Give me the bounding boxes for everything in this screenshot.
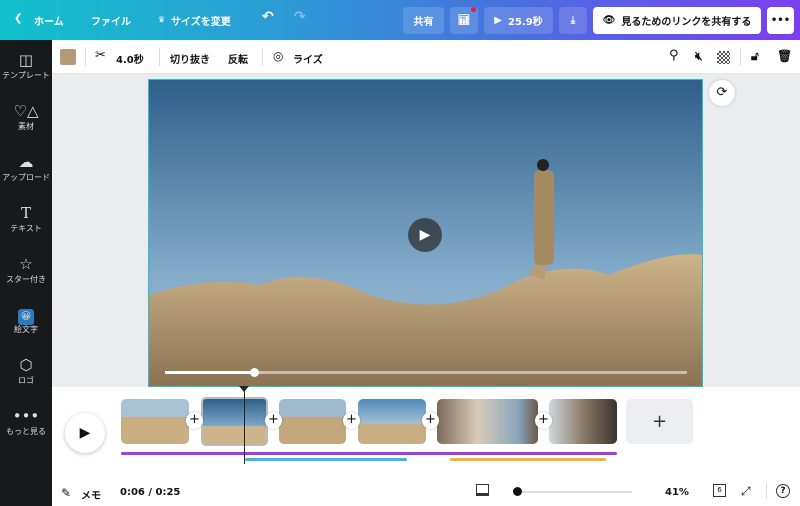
divider xyxy=(159,48,160,66)
share-link-label: 見るためのリンクを共有する xyxy=(621,17,752,28)
insights-button[interactable]: 📊︎ xyxy=(450,7,478,34)
video-play-button[interactable]: ▶ xyxy=(408,218,442,252)
unlock-icon[interactable]: 🔓︎ xyxy=(751,49,759,64)
insert-transition-button[interactable]: + xyxy=(343,412,360,429)
chart-icon: 📊︎ xyxy=(457,15,471,26)
share-label: 共有 xyxy=(413,17,434,28)
sidebar-label: ロゴ xyxy=(18,376,34,385)
sidebar-label: アップロード xyxy=(2,173,50,182)
top-bar: ❮ ホーム ファイル ♛ サイズを変更 ↶ ↷ 共有 📊︎ ▶ 25.9秒 ⤓ 👁… xyxy=(0,0,800,40)
timeline-clip-1[interactable] xyxy=(121,399,189,444)
timeline-play-button[interactable]: ▶ xyxy=(65,413,105,453)
home-button[interactable]: ホーム xyxy=(34,13,64,28)
download-icon: ⤓ xyxy=(570,15,576,26)
playhead-handle[interactable] xyxy=(239,386,249,392)
mute-icon[interactable]: 🔇︎ xyxy=(695,49,703,64)
share-link-button[interactable]: 👁︎ 見るためのリンクを共有する xyxy=(593,7,761,34)
notes-button[interactable]: メモ xyxy=(81,487,101,502)
sidebar-label: スター付き xyxy=(6,275,46,284)
zoom-percentage[interactable]: 41% xyxy=(665,487,689,498)
file-menu[interactable]: ファイル xyxy=(91,13,131,28)
eye-icon: 👁︎ xyxy=(602,15,616,26)
timeline-clip-3[interactable] xyxy=(279,399,346,444)
insert-transition-button[interactable]: + xyxy=(535,412,552,429)
audio-track-purple[interactable] xyxy=(121,452,617,455)
crop-button[interactable]: 切り抜き xyxy=(170,51,210,66)
divider xyxy=(766,483,767,499)
refresh-icon[interactable]: ⟳ xyxy=(709,80,735,106)
pages-icon[interactable]: 6 xyxy=(713,484,726,497)
animation-button[interactable]: ライズ xyxy=(293,51,323,66)
animation-icon: ◎ xyxy=(273,49,284,63)
crown-icon: ♛ xyxy=(158,15,166,24)
audio-track-yellow[interactable] xyxy=(450,458,606,461)
trash-icon[interactable]: 🗑︎ xyxy=(777,49,792,63)
resize-button[interactable]: サイズを変更 xyxy=(171,13,231,28)
sidebar-label: 素材 xyxy=(18,122,34,131)
add-clip-button[interactable]: + xyxy=(626,399,693,444)
play-icon: ▶ xyxy=(494,15,502,26)
back-icon[interactable]: ❮ xyxy=(14,13,22,24)
more-icon: ••• xyxy=(12,407,40,425)
insert-transition-button[interactable]: + xyxy=(186,412,203,429)
share-button[interactable]: 共有 xyxy=(403,7,444,34)
insert-transition-button[interactable]: + xyxy=(265,412,282,429)
sidebar-item-logo[interactable]: ⬡ ロゴ xyxy=(0,355,52,386)
download-button[interactable]: ⤓ xyxy=(559,7,587,34)
sidebar-item-text[interactable]: T テキスト xyxy=(0,203,52,234)
duration-label: 25.9秒 xyxy=(508,17,543,28)
sidebar-item-uploads[interactable]: ☁ アップロード xyxy=(0,152,52,183)
star-icon: ☆ xyxy=(19,255,33,273)
fullscreen-icon[interactable]: ⤢ xyxy=(741,484,751,499)
insert-transition-button[interactable]: + xyxy=(422,412,439,429)
layout-icon: ◫ xyxy=(18,51,34,69)
video-scrubber[interactable] xyxy=(165,368,687,377)
text-icon: T xyxy=(20,204,31,222)
sidebar-label: 絵文字 xyxy=(14,325,38,334)
divider xyxy=(85,48,86,66)
help-icon[interactable]: ? xyxy=(776,484,790,498)
play-preview-button[interactable]: ▶ 25.9秒 xyxy=(484,7,553,34)
paint-roller-icon[interactable]: ⚲ xyxy=(669,48,679,63)
more-label: ••• xyxy=(770,15,791,26)
scrubber-handle[interactable] xyxy=(249,368,259,377)
zoom-slider[interactable] xyxy=(513,487,632,496)
logo-icon: ⬡ xyxy=(19,356,33,374)
sidebar-item-emoji[interactable]: 😀 絵文字 xyxy=(0,304,52,335)
sidebar-item-templates[interactable]: ◫ テンプレート xyxy=(0,50,52,81)
sidebar: ◫ テンプレート ♡△ 素材 ☁ アップロード T テキスト ☆ スター付き 😀 絵文字 ⬡… xyxy=(0,40,52,506)
color-swatch[interactable] xyxy=(60,49,76,65)
timeline-clip-5[interactable] xyxy=(437,399,538,444)
divider xyxy=(262,48,263,66)
elements-icon: ♡△ xyxy=(13,102,39,120)
sidebar-label: もっと見る xyxy=(6,427,46,436)
redo-icon[interactable]: ↷ xyxy=(294,9,306,25)
time-readout: 0:06 / 0:25 xyxy=(120,487,181,498)
emoji-icon: 😀 xyxy=(0,304,52,325)
audio-track-blue[interactable] xyxy=(245,458,407,461)
edit-toolbar: ✂ 4.0秒 切り抜き 反転 ◎ ライズ ⚲ 🔇︎ 🔓︎ 🗑︎ xyxy=(52,40,800,74)
sidebar-item-elements[interactable]: ♡△ 素材 xyxy=(0,101,52,132)
sidebar-label: テキスト xyxy=(10,224,42,233)
video-canvas[interactable]: ▶ xyxy=(148,79,703,387)
undo-icon[interactable]: ↶ xyxy=(262,9,274,25)
upload-icon: ☁ xyxy=(18,153,34,171)
timeline-clip-2-selected[interactable] xyxy=(201,397,268,446)
scissors-icon[interactable]: ✂ xyxy=(95,48,106,63)
transparency-icon[interactable] xyxy=(717,51,730,64)
sidebar-item-more[interactable]: ••• もっと見る xyxy=(0,406,52,437)
notification-dot xyxy=(471,7,476,12)
flip-button[interactable]: 反転 xyxy=(228,51,248,66)
sidebar-label: テンプレート xyxy=(2,71,50,80)
playhead[interactable] xyxy=(244,388,245,464)
notes-icon[interactable]: ✎ xyxy=(61,486,71,500)
divider xyxy=(740,48,741,66)
sidebar-item-starred[interactable]: ☆ スター付き xyxy=(0,254,52,285)
timeline-view-icon[interactable] xyxy=(476,484,489,496)
timeline-clip-6[interactable] xyxy=(549,399,617,444)
timeline-clip-4[interactable] xyxy=(358,399,426,444)
clip-duration[interactable]: 4.0秒 xyxy=(116,51,144,66)
more-button[interactable]: ••• xyxy=(767,7,794,34)
person-figure xyxy=(534,170,554,265)
